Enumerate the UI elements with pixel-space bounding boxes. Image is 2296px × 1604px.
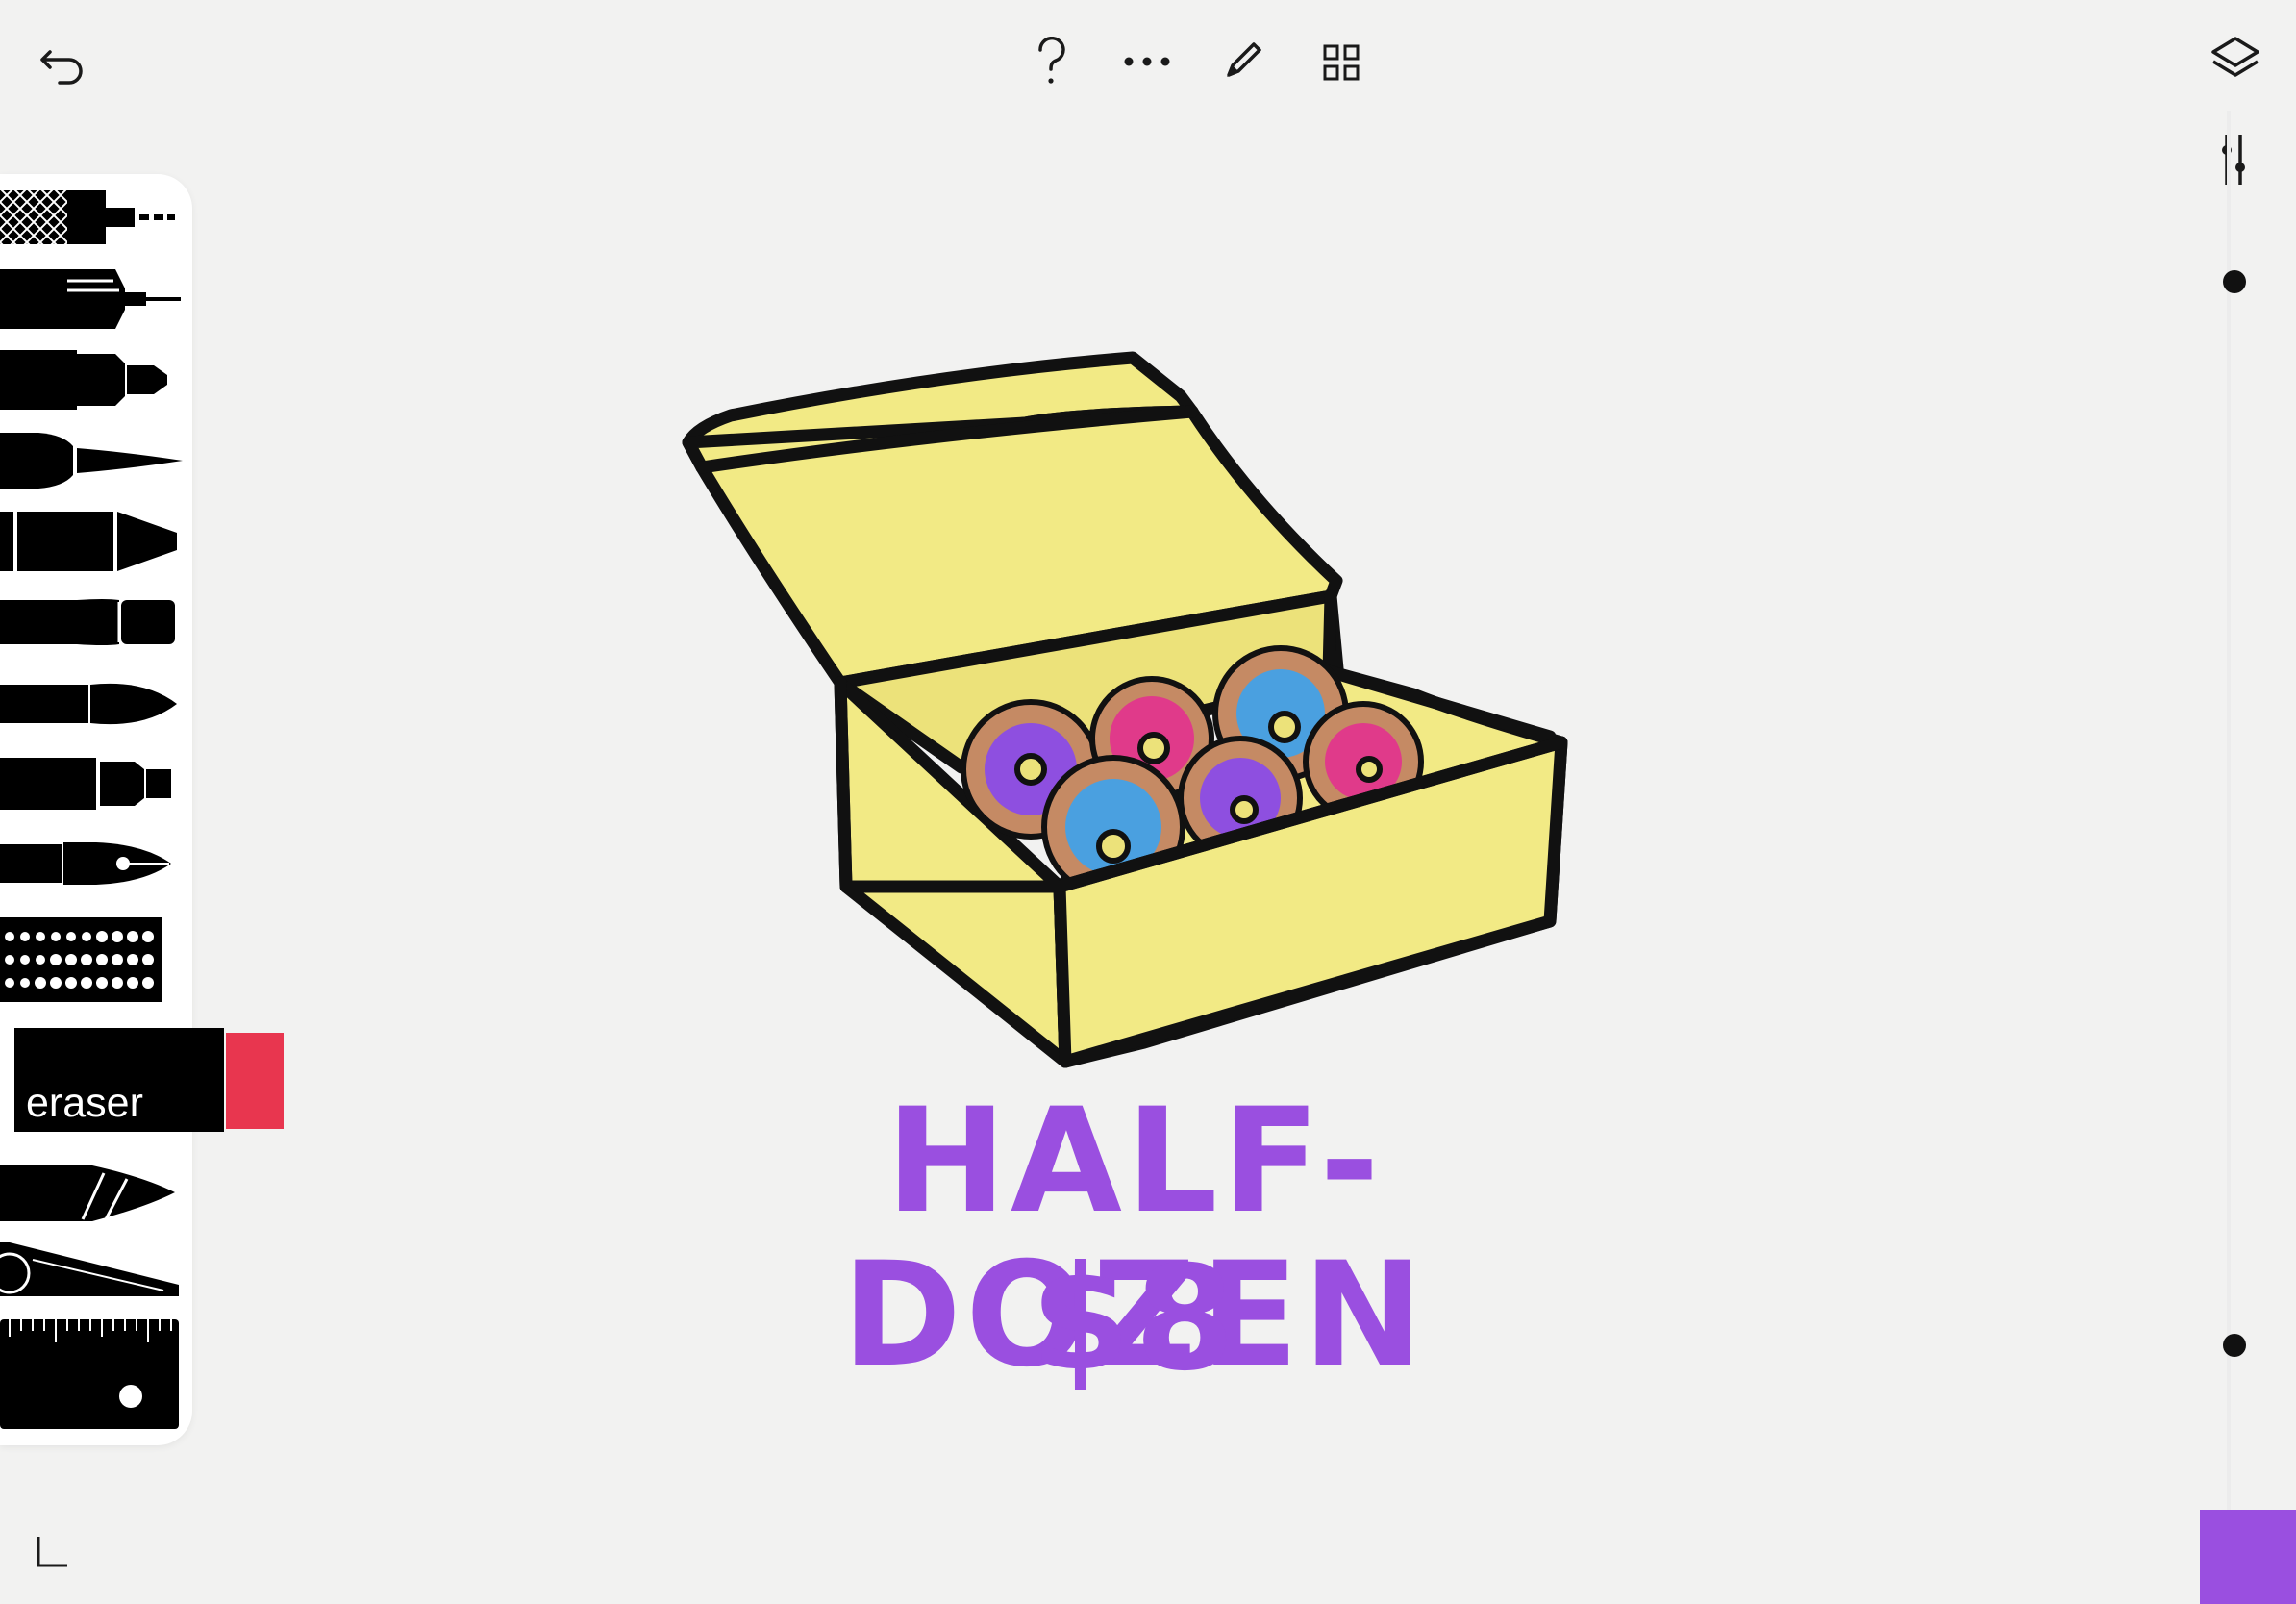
current-color-swatch[interactable] — [2200, 1510, 2296, 1604]
canvas-corner-icon — [35, 1535, 69, 1569]
artwork-price: $8 — [1030, 1236, 1239, 1403]
